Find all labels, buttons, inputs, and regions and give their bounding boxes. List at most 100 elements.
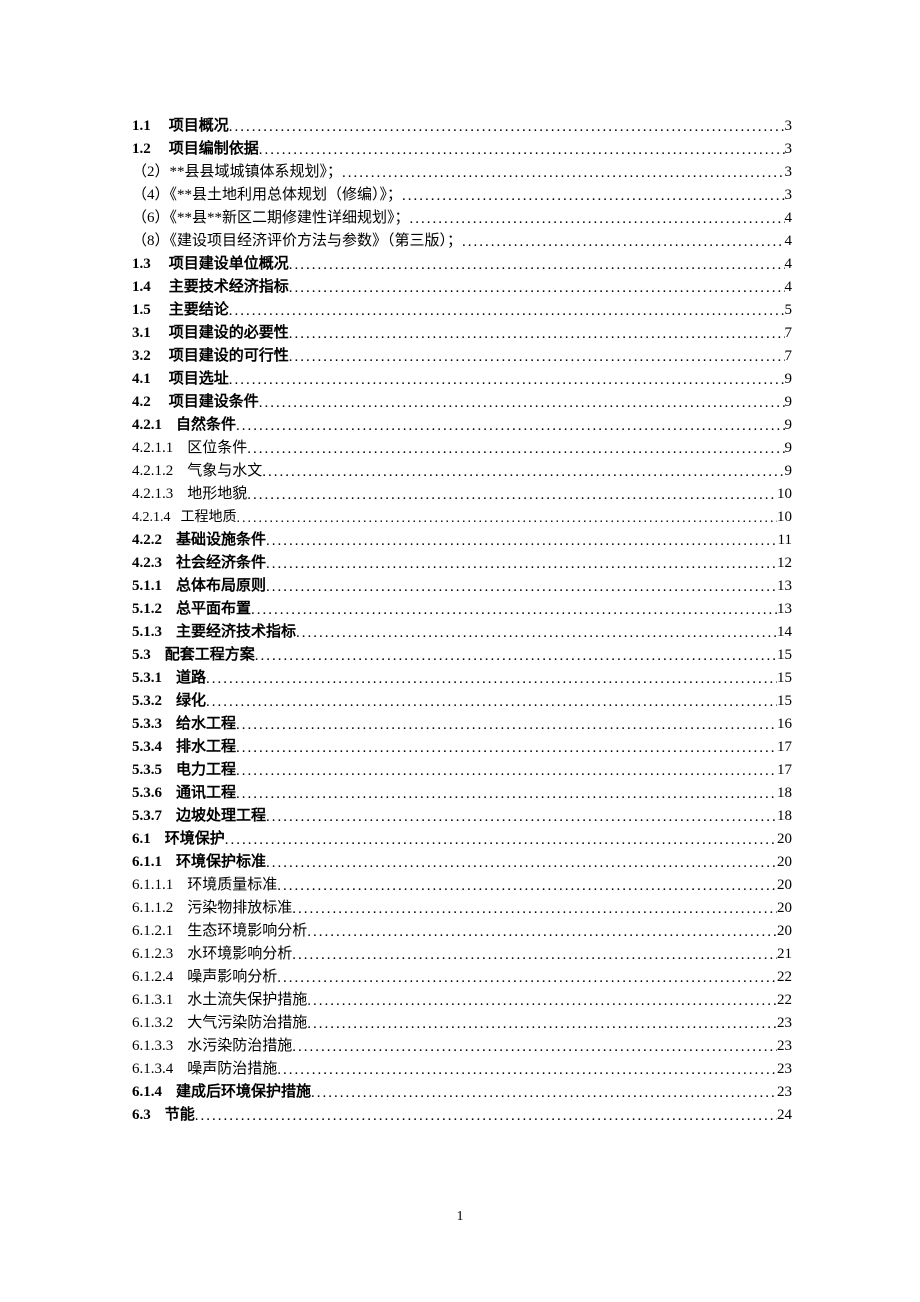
toc-leader-dots — [266, 806, 777, 829]
toc-section-number: 6.1.3.4 — [132, 1058, 173, 1081]
toc-entry: 6.1.3.4噪声防治措施23 — [132, 1058, 792, 1081]
toc-entry: 4.2.1.4工程地质10 — [132, 506, 792, 529]
toc-section-number: 5.3.7 — [132, 805, 162, 828]
toc-section-number: 4.2.1.1 — [132, 437, 173, 460]
toc-section-title: 主要结论 — [169, 299, 229, 322]
toc-section-title: 环境保护标准 — [176, 851, 266, 874]
toc-section-number: 1.4 — [132, 276, 151, 299]
toc-section-title: 项目建设的必要性 — [169, 322, 289, 345]
toc-page-number: 15 — [777, 690, 792, 713]
toc-section-number: 4.2.2 — [132, 529, 162, 552]
toc-leader-dots — [255, 645, 777, 668]
toc-leader-dots — [296, 622, 777, 645]
page-footer: 1 — [0, 1209, 920, 1225]
toc-section-title: 电力工程 — [176, 759, 236, 782]
toc-page-number: 3 — [785, 115, 793, 138]
toc-section-number: 6.1.2.1 — [132, 920, 173, 943]
toc-leader-dots — [236, 760, 777, 783]
toc-page-number: 4 — [785, 276, 793, 299]
toc-leader-dots — [307, 921, 777, 944]
toc-section-number: 6.1.2.4 — [132, 966, 173, 989]
toc-leader-dots — [236, 737, 777, 760]
toc-section-title: 通讯工程 — [176, 782, 236, 805]
toc-page-number: 20 — [777, 851, 792, 874]
toc-entry: 4.2.1.2气象与水文9 — [132, 460, 792, 483]
toc-leader-dots — [259, 392, 785, 415]
toc-section-title: 水环境影响分析 — [187, 943, 292, 966]
toc-page-number: 16 — [777, 713, 792, 736]
toc-entry: 4.2.2基础设施条件11 — [132, 529, 792, 552]
toc-section-title: （2）**县县域城镇体系规划》； — [132, 161, 342, 184]
toc-entry: 4.2.1自然条件9 — [132, 414, 792, 437]
toc-entry: 6.1.2.4噪声影响分析22 — [132, 966, 792, 989]
toc-section-title: 大气污染防治措施 — [187, 1012, 307, 1035]
toc-page-number: 9 — [785, 391, 793, 414]
toc-section-title: 环境质量标准 — [187, 874, 277, 897]
toc-page-number: 9 — [785, 414, 793, 437]
toc-section-title: 道路 — [176, 667, 206, 690]
toc-entry: 5.1.3主要经济技术指标14 — [132, 621, 792, 644]
toc-section-title: 配套工程方案 — [165, 644, 255, 667]
toc-page-number: 7 — [785, 345, 793, 368]
toc-section-number: 4.2 — [132, 391, 151, 414]
toc-section-title: 地形地貌 — [187, 483, 247, 506]
toc-leader-dots — [462, 231, 784, 254]
toc-leader-dots — [229, 369, 785, 392]
toc-section-number: 6.1.1.1 — [132, 874, 173, 897]
toc-leader-dots — [289, 346, 785, 369]
toc-leader-dots — [236, 415, 784, 438]
toc-entry: 6.1.3.2大气污染防治措施23 — [132, 1012, 792, 1035]
toc-page-number: 18 — [777, 782, 792, 805]
toc-entry: 6.3节能24 — [132, 1104, 792, 1127]
table-of-contents: 1.1项目概况31.2项目编制依据3（2）**县县域城镇体系规划》；3（4）《*… — [132, 115, 792, 1127]
toc-page-number: 4 — [785, 253, 793, 276]
toc-entry: 6.1.3.1水土流失保护措施22 — [132, 989, 792, 1012]
toc-section-title: 总体布局原则 — [176, 575, 266, 598]
toc-section-number: 5.1.2 — [132, 598, 162, 621]
toc-section-title: 环境保护 — [165, 828, 225, 851]
toc-leader-dots — [289, 277, 785, 300]
toc-section-number: 4.2.1.2 — [132, 460, 173, 483]
toc-entry: 4.2项目建设条件9 — [132, 391, 792, 414]
toc-page-number: 13 — [777, 575, 792, 598]
toc-section-number: 4.2.1.3 — [132, 483, 173, 506]
toc-section-number: 1.2 — [132, 138, 151, 161]
toc-section-number: 6.1.1 — [132, 851, 162, 874]
toc-section-title: 工程地质 — [181, 506, 237, 529]
toc-leader-dots — [307, 990, 777, 1013]
toc-section-title: （6）《**县**新区二期修建性详细规划》； — [132, 207, 410, 230]
toc-section-title: 社会经济条件 — [176, 552, 266, 575]
toc-entry: 4.2.3社会经济条件12 — [132, 552, 792, 575]
toc-page-number: 3 — [785, 161, 793, 184]
toc-entry: 5.3.6通讯工程18 — [132, 782, 792, 805]
toc-page-number: 14 — [777, 621, 792, 644]
toc-entry: 4.2.1.3地形地貌10 — [132, 483, 792, 506]
toc-entry: 5.3.1道路15 — [132, 667, 792, 690]
toc-page-number: 22 — [777, 966, 792, 989]
toc-page-number: 5 — [785, 299, 793, 322]
toc-section-number: 3.2 — [132, 345, 151, 368]
toc-leader-dots — [402, 185, 784, 208]
toc-leader-dots — [195, 1105, 777, 1128]
toc-page-number: 17 — [777, 759, 792, 782]
toc-page-number: 23 — [777, 1012, 792, 1035]
toc-leader-dots — [259, 139, 785, 162]
toc-page-number: 15 — [777, 644, 792, 667]
toc-entry: 5.3.4排水工程17 — [132, 736, 792, 759]
toc-section-title: 项目选址 — [169, 368, 229, 391]
toc-leader-dots — [410, 208, 785, 231]
toc-leader-dots — [292, 898, 777, 921]
toc-page-number: 23 — [777, 1081, 792, 1104]
toc-leader-dots — [342, 162, 784, 185]
toc-leader-dots — [236, 714, 777, 737]
toc-entry: 5.3配套工程方案15 — [132, 644, 792, 667]
toc-entry: 5.1.2总平面布置13 — [132, 598, 792, 621]
toc-entry: （2）**县县域城镇体系规划》； 3 — [132, 161, 792, 184]
toc-leader-dots — [266, 852, 777, 875]
toc-section-title: 污染物排放标准 — [187, 897, 292, 920]
toc-section-title: 水土流失保护措施 — [187, 989, 307, 1012]
toc-entry: 5.3.3给水工程16 — [132, 713, 792, 736]
toc-section-number: 5.3.3 — [132, 713, 162, 736]
toc-section-title: 主要经济技术指标 — [176, 621, 296, 644]
toc-leader-dots — [277, 1059, 777, 1082]
